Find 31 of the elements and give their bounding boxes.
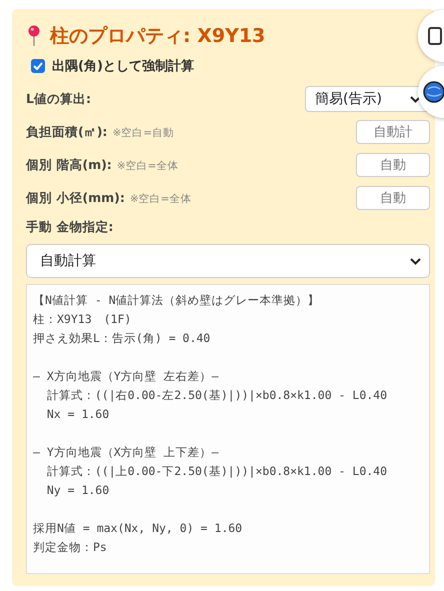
field-note: ※空白=全体 <box>130 192 192 206</box>
field-label: 手動 金物指定: <box>26 219 114 236</box>
field-note: ※空白=全体 <box>116 158 178 172</box>
output-line: 計算式：((|右0.00-左2.50(基)|))|×b0.8×k1.00 - L0.40 <box>46 387 388 404</box>
input-field[interactable]: 自動 <box>356 153 430 177</box>
output-line: Nx = 1.60 <box>46 406 110 423</box>
output-line: Ny = 1.60 <box>46 482 110 499</box>
pin-icon <box>26 25 42 47</box>
output-line: 採用N値 = max(Nx, Ny, 0) = 1.60 <box>33 520 244 537</box>
caret-icon <box>410 258 421 264</box>
globe-icon <box>423 81 444 103</box>
field-note: ※空白=自動 <box>112 126 174 140</box>
input-field[interactable]: 自動計 <box>356 120 430 144</box>
checkbox[interactable] <box>31 59 45 73</box>
output-line: 計算式：((|上0.00-下2.50(基)|))|×b0.8×k1.00 - L0.40 <box>46 463 388 480</box>
field-label: 負担面積(㎡): <box>26 124 108 140</box>
output-line: 【N値計算 - N値計算法（斜め壁はグレー本準拠）】 <box>33 292 321 309</box>
output-line: 押さえ効果L：告示(角) = 0.40 <box>33 330 212 347</box>
caret-icon <box>410 96 421 102</box>
panel-title: 柱のプロパティ: X9Y13 <box>50 24 266 49</box>
input-field[interactable]: 自動 <box>356 186 430 210</box>
field-label: 個別 階高(m): <box>26 156 112 174</box>
panel-icon <box>428 27 442 45</box>
checkbox-label: 出隅(角)として強制計算 <box>52 58 194 75</box>
output-line: ― Y方向地震（X方向壁 上下差）― <box>33 444 220 461</box>
field-label: L値の算出: <box>26 90 91 108</box>
field-label: 個別 小径(mm): <box>26 190 125 206</box>
output-line: 判定金物：Ps <box>33 539 108 556</box>
output-line: ― X方向地震（Y方向壁 左右差）― <box>33 368 220 385</box>
output-line: 柱：X9Y13 (1F) <box>33 311 132 328</box>
dropdown[interactable]: 自動計算 <box>26 244 430 278</box>
